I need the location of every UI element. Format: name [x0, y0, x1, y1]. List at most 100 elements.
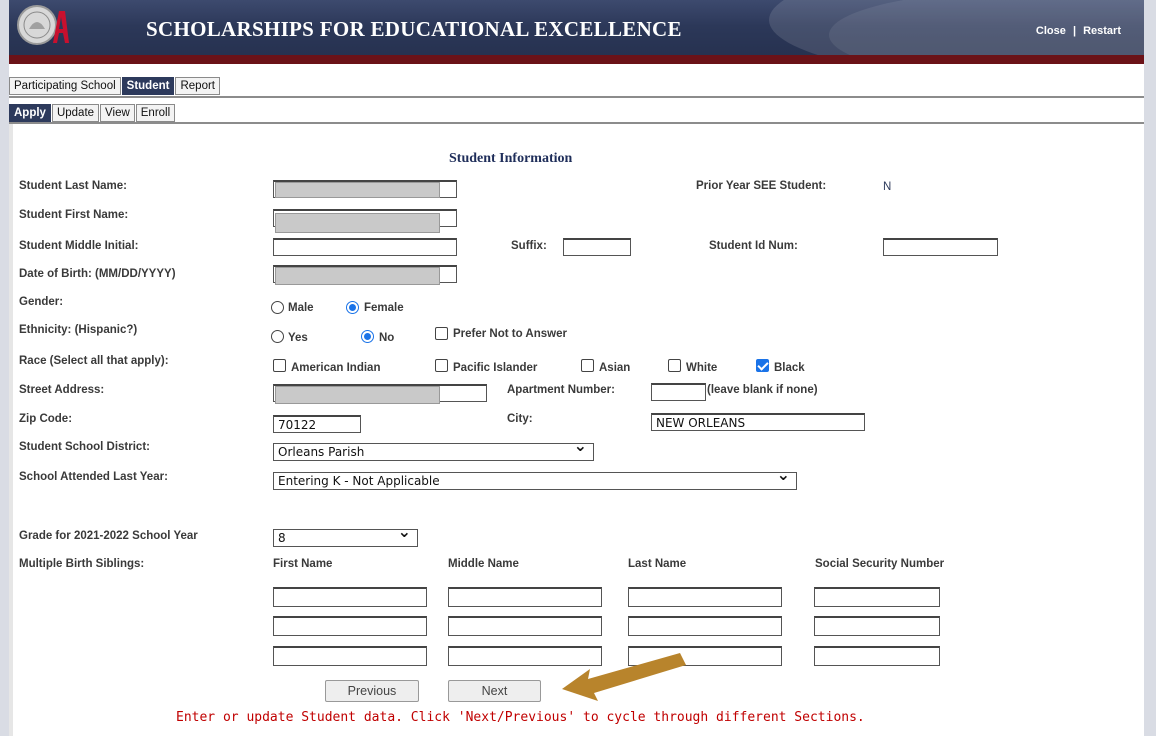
city-label: City:	[507, 413, 533, 425]
school-district-value: Orleans Parish	[278, 445, 365, 459]
main-tabs: Participating School Student Report	[9, 77, 221, 95]
school-last-year-select[interactable]: Entering K - Not Applicable ⌄	[273, 467, 797, 490]
chevron-down-icon: ⌄	[776, 465, 790, 484]
chevron-down-icon: ⌄	[397, 522, 411, 541]
sibling-first-name-header: First Name	[273, 558, 333, 570]
race-asian-label: Asian	[599, 362, 631, 374]
race-pacific-islander-label: Pacific Islander	[453, 362, 538, 374]
first-name-label: Student First Name:	[19, 209, 129, 221]
apartment-hint: (leave blank if none)	[707, 384, 818, 396]
race-white-checkbox[interactable]	[668, 359, 681, 372]
close-link[interactable]: Close	[1036, 25, 1066, 37]
sibling-2-middle-name-input[interactable]	[448, 616, 602, 636]
zip-code-label: Zip Code:	[19, 413, 73, 425]
tab-update[interactable]: Update	[51, 104, 100, 122]
sibling-last-name-header: Last Name	[628, 558, 687, 570]
school-district-label: Student School District:	[19, 441, 150, 453]
school-last-year-value: Entering K - Not Applicable	[278, 474, 440, 488]
tab-participating-school[interactable]: Participating School	[9, 77, 121, 95]
app-banner: A+ SCHOLARSHIPS FOR EDUCATIONAL EXCELLEN…	[9, 0, 1144, 58]
race-label: Race (Select all that apply):	[19, 355, 169, 367]
annotation-arrow-icon	[562, 653, 686, 701]
sibling-2-first-name-input[interactable]	[273, 616, 427, 636]
gender-label: Gender:	[19, 296, 64, 308]
sibling-3-first-name-input[interactable]	[273, 646, 427, 666]
apartment-label: Apartment Number:	[507, 384, 615, 396]
race-american-indian-checkbox[interactable]	[273, 359, 286, 372]
chevron-down-icon: ⌄	[573, 436, 587, 455]
last-name-label: Student Last Name:	[19, 180, 127, 192]
sibling-2-ssn-input[interactable]	[814, 616, 940, 636]
gender-female-label: Female	[364, 302, 404, 314]
zip-code-input[interactable]: 70122	[273, 415, 361, 433]
tab-enroll[interactable]: Enroll	[135, 104, 176, 122]
previous-button[interactable]: Previous	[325, 680, 419, 702]
page-margin-right	[1144, 0, 1156, 736]
sub-tabs: Apply Update View Enroll	[9, 104, 176, 122]
sibling-ssn-header: Social Security Number	[815, 558, 945, 570]
middle-initial-input[interactable]	[273, 238, 457, 256]
sibling-middle-name-header: Middle Name	[448, 558, 519, 570]
sibling-3-ssn-input[interactable]	[814, 646, 940, 666]
dob-label: Date of Birth: (MM/DD/YYYY)	[19, 268, 176, 280]
app-title: SCHOLARSHIPS FOR EDUCATIONAL EXCELLENCE	[146, 17, 682, 41]
tab-apply[interactable]: Apply	[9, 104, 51, 122]
student-id-label: Student Id Num:	[709, 240, 798, 252]
street-address-label: Street Address:	[19, 384, 105, 396]
grade-label: Grade for 2021-2022 School Year	[19, 530, 198, 542]
prefer-not-label: Prefer Not to Answer	[453, 328, 567, 340]
sibling-2-last-name-input[interactable]	[628, 616, 782, 636]
prior-year-value: N	[883, 181, 892, 193]
next-button[interactable]: Next	[448, 680, 541, 702]
race-white-label: White	[686, 362, 718, 374]
ethnicity-yes-radio[interactable]	[271, 330, 284, 343]
ethnicity-label: Ethnicity: (Hispanic?)	[19, 324, 138, 336]
redacted-value	[275, 182, 440, 198]
suffix-label: Suffix:	[511, 240, 547, 252]
tab-divider	[9, 96, 1144, 98]
grade-select[interactable]: 8 ⌄	[273, 524, 418, 547]
race-asian-checkbox[interactable]	[581, 359, 594, 372]
apartment-input[interactable]	[651, 383, 706, 401]
redacted-value	[275, 267, 440, 285]
panel-scrollbar[interactable]	[9, 124, 13, 736]
page-margin-left	[0, 0, 9, 736]
race-black-checkbox[interactable]	[756, 359, 769, 372]
gender-female-radio[interactable]	[346, 301, 359, 314]
sibling-1-first-name-input[interactable]	[273, 587, 427, 607]
ethnicity-no-radio[interactable]	[361, 330, 374, 343]
prefer-not-checkbox[interactable]	[435, 327, 448, 340]
middle-initial-label: Student Middle Initial:	[19, 240, 139, 252]
sibling-1-last-name-input[interactable]	[628, 587, 782, 607]
subtab-divider	[9, 122, 1144, 124]
gender-male-label: Male	[288, 302, 314, 314]
school-district-select[interactable]: Orleans Parish ⌄	[273, 438, 594, 461]
race-pacific-islander-checkbox[interactable]	[435, 359, 448, 372]
tab-report[interactable]: Report	[175, 77, 220, 95]
ethnicity-yes-label: Yes	[288, 332, 308, 344]
siblings-label: Multiple Birth Siblings:	[19, 558, 145, 570]
gender-male-radio[interactable]	[271, 301, 284, 314]
banner-stripe	[9, 55, 1144, 64]
race-black-label: Black	[774, 362, 805, 374]
redacted-value	[275, 213, 440, 233]
city-input[interactable]: NEW ORLEANS	[651, 413, 865, 431]
prior-year-label: Prior Year SEE Student:	[696, 180, 827, 192]
grade-value: 8	[278, 531, 286, 545]
school-last-year-label: School Attended Last Year:	[19, 471, 168, 483]
ethnicity-no-label: No	[379, 332, 395, 344]
student-id-input[interactable]	[883, 238, 998, 256]
banner-links: Close | Restart	[1036, 25, 1121, 37]
redacted-value	[275, 386, 440, 404]
status-message: Enter or update Student data. Click 'Nex…	[176, 710, 865, 725]
tab-student[interactable]: Student	[121, 77, 175, 95]
state-seal-logo: A+	[17, 5, 69, 45]
sibling-1-ssn-input[interactable]	[814, 587, 940, 607]
link-separator: |	[1072, 25, 1077, 37]
tab-view[interactable]: View	[100, 104, 135, 122]
race-american-indian-label: American Indian	[291, 362, 381, 374]
suffix-input[interactable]	[563, 238, 631, 256]
sibling-1-middle-name-input[interactable]	[448, 587, 602, 607]
section-title: Student Information	[449, 151, 573, 166]
restart-link[interactable]: Restart	[1083, 25, 1121, 37]
